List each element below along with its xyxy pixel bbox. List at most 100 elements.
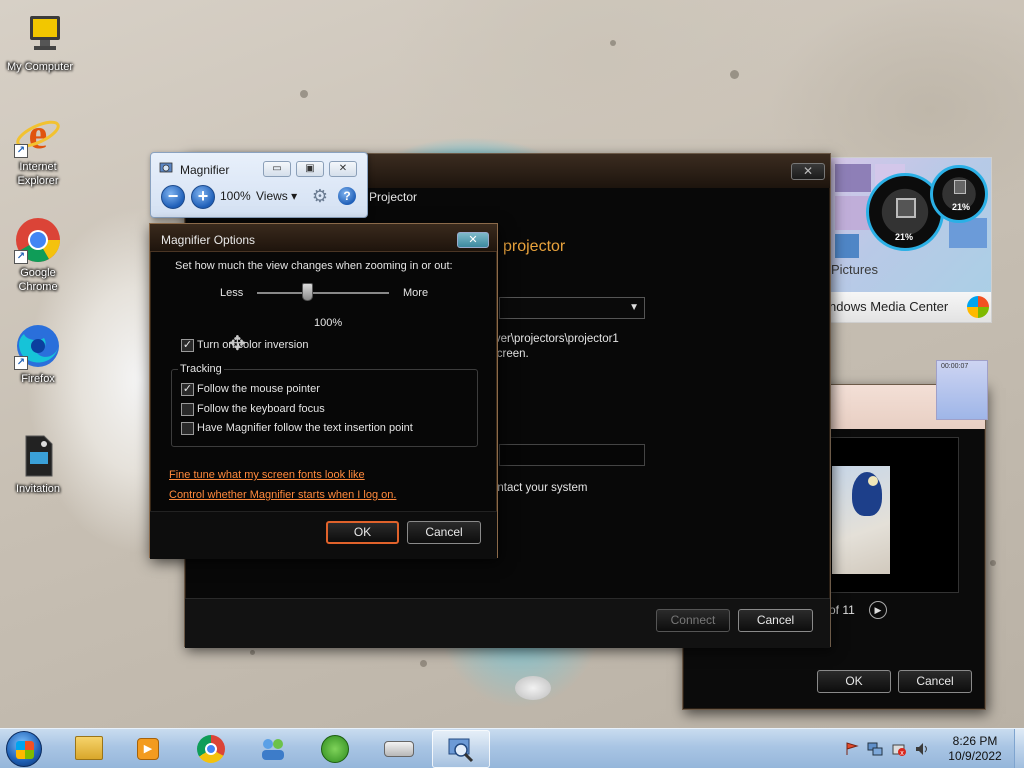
zoom-slider-thumb[interactable] — [301, 283, 313, 301]
clock-time: 8:26 PM — [952, 734, 998, 748]
projector-close-button[interactable]: ✕ — [791, 163, 825, 180]
follow-mouse-checkbox[interactable]: ✓ — [181, 383, 194, 396]
desktop-icon-label: Internet Explorer — [17, 161, 59, 187]
help-icon[interactable]: ? — [338, 187, 356, 205]
desktop-icon-label: Invitation — [15, 483, 61, 495]
taskbar: ▶ x 8:26 PM 10/9/2022 — [0, 728, 1024, 768]
volume-icon[interactable] — [914, 741, 930, 757]
cpu-gauge-value: 21% — [895, 232, 914, 242]
taskbar-media-player-button[interactable]: ▶ — [120, 730, 178, 768]
media-center-bar[interactable]: ndows Media Center — [829, 292, 991, 322]
projector-dropdown[interactable]: ▼ — [499, 297, 645, 319]
svg-text:x: x — [900, 750, 904, 757]
magnifier-options-title-bar: Magnifier Options ✕ — [150, 224, 497, 252]
desktop-icon-my-computer[interactable]: My Computer — [2, 10, 78, 74]
slideshow-viewer — [829, 437, 959, 593]
follow-mouse-label: Follow the mouse pointer — [197, 383, 320, 395]
views-menu-button[interactable]: Views ▾ — [256, 189, 297, 203]
desktop-icon-google-chrome[interactable]: ↗ Google Chrome — [0, 216, 76, 294]
taskbar-explorer-button[interactable] — [60, 730, 118, 768]
explorer-icon — [75, 736, 103, 760]
follow-text-insertion-label: Have Magnifier follow the text insertion… — [197, 422, 413, 434]
chrome-icon: ↗ — [14, 216, 62, 264]
slider-value-text: 100% — [314, 317, 343, 329]
media-player-icon: ▶ — [137, 738, 159, 760]
slideshow-counter: of 11 — [829, 603, 855, 617]
start-button[interactable] — [6, 731, 42, 767]
taskbar-projector-button[interactable] — [370, 730, 428, 768]
slideshow-cancel-button[interactable]: Cancel — [898, 670, 972, 693]
magnifier-options-dialog: Magnifier Options ✕ Set how much the vie… — [149, 223, 498, 559]
slideshow-ok-button[interactable]: OK — [817, 670, 891, 693]
windows-logo-icon — [16, 741, 34, 759]
follow-keyboard-checkbox[interactable] — [181, 403, 194, 416]
next-slide-button[interactable]: ▶ — [869, 601, 887, 619]
taskbar-windows-update-button[interactable] — [306, 730, 364, 768]
network-icon[interactable] — [867, 741, 883, 757]
action-center-icon[interactable] — [844, 741, 860, 757]
taskbar-clock[interactable]: 8:26 PM 10/9/2022 — [940, 734, 1010, 764]
internet-explorer-icon: e ↗ — [14, 110, 62, 158]
magnifier-options-cancel-button[interactable]: Cancel — [407, 521, 481, 544]
magnifier-options-title: Magnifier Options — [161, 233, 256, 247]
windows-logo-icon — [967, 296, 989, 318]
projector-password-input[interactable] — [499, 444, 645, 466]
settings-gear-icon[interactable]: ⚙ — [310, 186, 330, 206]
projector-cancel-button[interactable]: Cancel — [738, 609, 813, 632]
taskbar-chrome-button[interactable] — [182, 730, 240, 768]
cpu-chip-icon — [896, 198, 916, 218]
views-label: Views — [256, 189, 288, 203]
shortcut-arrow-icon: ↗ — [14, 144, 28, 158]
magnifier-startup-link[interactable]: Control whether Magnifier starts when I … — [169, 489, 396, 501]
projector-footer — [185, 598, 830, 648]
color-inversion-checkbox[interactable]: ✓ — [181, 339, 194, 352]
magnifier-close-button[interactable]: ✕ — [329, 161, 357, 177]
document-icon — [14, 432, 62, 480]
slider-less-label: Less — [220, 287, 244, 299]
power-warning-icon[interactable]: x — [891, 741, 907, 757]
memory-gauge[interactable]: 21% — [930, 165, 988, 223]
shortcut-arrow-icon: ↗ — [14, 356, 28, 370]
connect-button[interactable]: Connect — [656, 609, 730, 632]
projector-contact-text: ontact your system — [491, 482, 588, 494]
magnifier-restore-button[interactable]: ▣ — [296, 161, 324, 177]
tracking-header: Tracking — [178, 363, 224, 375]
magnifier-options-close-button[interactable]: ✕ — [457, 232, 489, 248]
desktop-icon-invitation[interactable]: Invitation — [0, 432, 76, 496]
memory-gauge-value: 21% — [952, 202, 971, 212]
taskbar-network-button[interactable] — [244, 730, 302, 768]
slideshow-gadget[interactable]: 00:00:07 — [936, 360, 988, 420]
gadget-clock-text: 00:00:07 — [941, 363, 969, 370]
zoom-slider-track[interactable] — [257, 292, 389, 294]
move-cursor-icon: ✥ — [229, 333, 246, 355]
show-desktop-button[interactable] — [1014, 729, 1024, 768]
fine-tune-fonts-link[interactable]: Fine tune what my screen fonts look like — [169, 469, 365, 481]
desktop-icon-firefox[interactable]: ↗ Firefox — [0, 322, 76, 386]
desktop-icon-internet-explorer[interactable]: e ↗ Internet Explorer — [0, 110, 76, 188]
magnifier-minimize-button[interactable]: ▭ — [263, 161, 291, 177]
chrome-icon — [197, 735, 225, 763]
shortcut-arrow-icon: ↗ — [14, 250, 28, 264]
projector-heading: projector — [503, 238, 566, 255]
magnifier-toolbar: Magnifier ▭ ▣ ✕ − + 100% Views ▾ ⚙ ? — [150, 152, 368, 218]
zoom-prompt-text: Set how much the view changes when zoomi… — [175, 260, 453, 272]
slider-more-label: More — [403, 287, 429, 299]
zoom-level-text: 100% — [220, 189, 251, 203]
follow-text-insertion-checkbox[interactable] — [181, 422, 194, 435]
desktop-icon-label: Firefox — [21, 373, 55, 385]
projector-window-title: Projector — [369, 190, 418, 204]
magnifier-options-ok-button[interactable]: OK — [326, 521, 399, 544]
zoom-out-button[interactable]: − — [161, 185, 185, 209]
firefox-icon: ↗ — [14, 322, 62, 370]
desktop-icon-label: My Computer — [6, 61, 74, 73]
color-inversion-label: Turn on color inversion — [197, 339, 309, 351]
magnifier-icon — [447, 736, 475, 764]
magnifier-title: Magnifier — [180, 163, 230, 177]
desktop-icon-label: Google Chrome — [18, 267, 58, 293]
taskbar-magnifier-button[interactable] — [432, 730, 490, 768]
follow-keyboard-label: Follow the keyboard focus — [197, 403, 325, 415]
zoom-in-button[interactable]: + — [191, 185, 215, 209]
media-center-label: ndows Media Center — [829, 299, 949, 314]
pictures-label: Pictures — [831, 262, 878, 277]
windows-update-icon — [321, 735, 349, 763]
